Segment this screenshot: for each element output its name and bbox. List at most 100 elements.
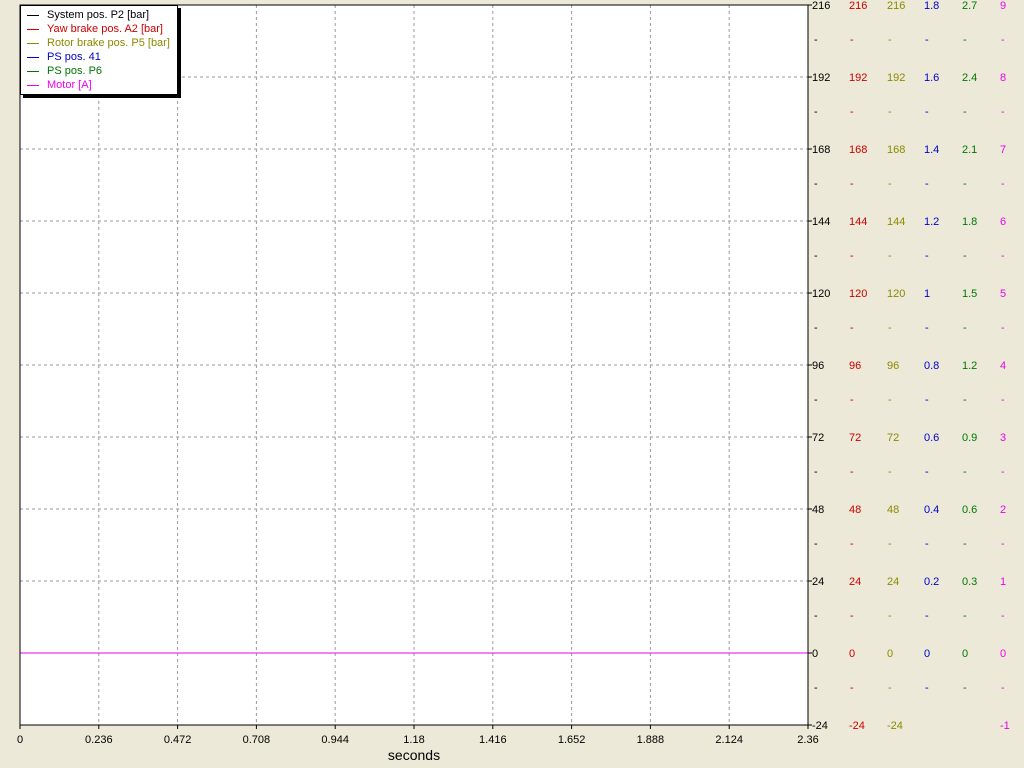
y-minor-tick: - [814, 178, 818, 190]
y-tick-label: 0 [924, 648, 930, 660]
x-tick-label: 1.416 [479, 734, 507, 746]
y-minor-tick: - [850, 610, 854, 622]
y-minor-tick: - [963, 250, 967, 262]
legend-item: PS pos. 41 [27, 50, 101, 64]
y-tick-label: 120 [887, 288, 905, 300]
y-tick-label: -24 [812, 720, 828, 732]
y-tick-label: 6 [1000, 216, 1006, 228]
y-minor-tick: - [850, 250, 854, 262]
y-minor-tick: - [963, 682, 967, 694]
y-tick-label: 8 [1000, 72, 1006, 84]
y-minor-tick: - [888, 250, 892, 262]
y-tick-label: 192 [812, 72, 830, 84]
legend-item: Yaw brake pos. A2 [bar] [27, 22, 163, 36]
y-tick-label: 0.4 [924, 504, 939, 516]
y-minor-tick: - [925, 106, 929, 118]
y-minor-tick: - [814, 610, 818, 622]
y-tick-label: 120 [849, 288, 867, 300]
y-tick-label: 0.6 [962, 504, 977, 516]
legend-label: Motor [A] [47, 79, 92, 91]
legend-label: PS pos. P6 [47, 65, 103, 77]
y-minor-tick: - [888, 394, 892, 406]
y-tick-label: 216 [887, 0, 905, 12]
legend-swatch [27, 84, 39, 86]
y-minor-tick: - [888, 682, 892, 694]
y-tick-label: 2.1 [962, 144, 977, 156]
y-minor-tick: - [850, 538, 854, 550]
y-minor-tick: - [963, 610, 967, 622]
y-tick-label: 1.2 [924, 216, 939, 228]
y-tick-label: 1.2 [962, 360, 977, 372]
y-minor-tick: - [888, 466, 892, 478]
y-tick-label: 2.7 [962, 0, 977, 12]
y-minor-tick: - [963, 178, 967, 190]
y-minor-tick: - [963, 34, 967, 46]
y-minor-tick: - [814, 250, 818, 262]
y-tick-label: 1.5 [962, 288, 977, 300]
y-tick-label: 5 [1000, 288, 1006, 300]
y-minor-tick: - [1001, 538, 1005, 550]
y-minor-tick: - [925, 394, 929, 406]
y-minor-tick: - [888, 538, 892, 550]
legend-label: PS pos. 41 [47, 51, 101, 63]
y-minor-tick: - [850, 466, 854, 478]
y-tick-label: 96 [812, 360, 824, 372]
y-minor-tick: - [963, 394, 967, 406]
y-minor-tick: - [1001, 466, 1005, 478]
y-tick-label: 168 [849, 144, 867, 156]
legend-item: System pos. P2 [bar] [27, 8, 149, 22]
y-tick-label: 0 [962, 648, 968, 660]
y-tick-label: 48 [849, 504, 861, 516]
legend-swatch [27, 42, 39, 44]
x-axis-label: seconds [388, 747, 440, 763]
y-tick-label: 0 [849, 648, 855, 660]
y-minor-tick: - [814, 538, 818, 550]
y-tick-label: 144 [887, 216, 905, 228]
y-minor-tick: - [1001, 34, 1005, 46]
y-minor-tick: - [1001, 610, 1005, 622]
legend-label: Rotor brake pos. P5 [bar] [47, 37, 170, 49]
y-minor-tick: - [963, 322, 967, 334]
y-minor-tick: - [925, 178, 929, 190]
y-tick-label: 168 [812, 144, 830, 156]
y-tick-label: -24 [887, 720, 903, 732]
y-tick-label: 72 [812, 432, 824, 444]
y-tick-label: 2.4 [962, 72, 977, 84]
x-tick-label: 0.472 [164, 734, 192, 746]
legend-label: Yaw brake pos. A2 [bar] [47, 23, 163, 35]
y-tick-label: 4 [1000, 360, 1006, 372]
y-minor-tick: - [888, 322, 892, 334]
y-tick-label: 192 [887, 72, 905, 84]
legend-swatch [27, 70, 39, 72]
y-minor-tick: - [814, 322, 818, 334]
x-tick-label: 1.652 [558, 734, 586, 746]
y-tick-label: 72 [887, 432, 899, 444]
y-minor-tick: - [1001, 322, 1005, 334]
y-tick-label: 72 [849, 432, 861, 444]
y-minor-tick: - [814, 106, 818, 118]
y-tick-label: 1 [924, 288, 930, 300]
y-minor-tick: - [925, 322, 929, 334]
legend-item: Rotor brake pos. P5 [bar] [27, 36, 170, 50]
y-tick-label: 1.4 [924, 144, 939, 156]
y-minor-tick: - [888, 106, 892, 118]
y-minor-tick: - [888, 34, 892, 46]
y-minor-tick: - [888, 178, 892, 190]
y-minor-tick: - [814, 466, 818, 478]
y-minor-tick: - [850, 322, 854, 334]
y-axes: 216-192-168-144-120-96-72-48-24-0--24216… [808, 0, 1010, 732]
y-minor-tick: - [925, 34, 929, 46]
y-minor-tick: - [925, 250, 929, 262]
y-minor-tick: - [888, 610, 892, 622]
legend-swatch [27, 28, 39, 30]
y-minor-tick: - [814, 34, 818, 46]
legend-swatch [27, 14, 39, 16]
x-tick-label: 0 [17, 734, 23, 746]
y-tick-label: 1.6 [924, 72, 939, 84]
x-tick-label: 2.36 [797, 734, 818, 746]
y-tick-label: 144 [849, 216, 867, 228]
y-tick-label: 0.2 [924, 576, 939, 588]
y-tick-label: 24 [849, 576, 861, 588]
y-tick-label: 1.8 [924, 0, 939, 12]
legend-item: PS pos. P6 [27, 64, 102, 78]
